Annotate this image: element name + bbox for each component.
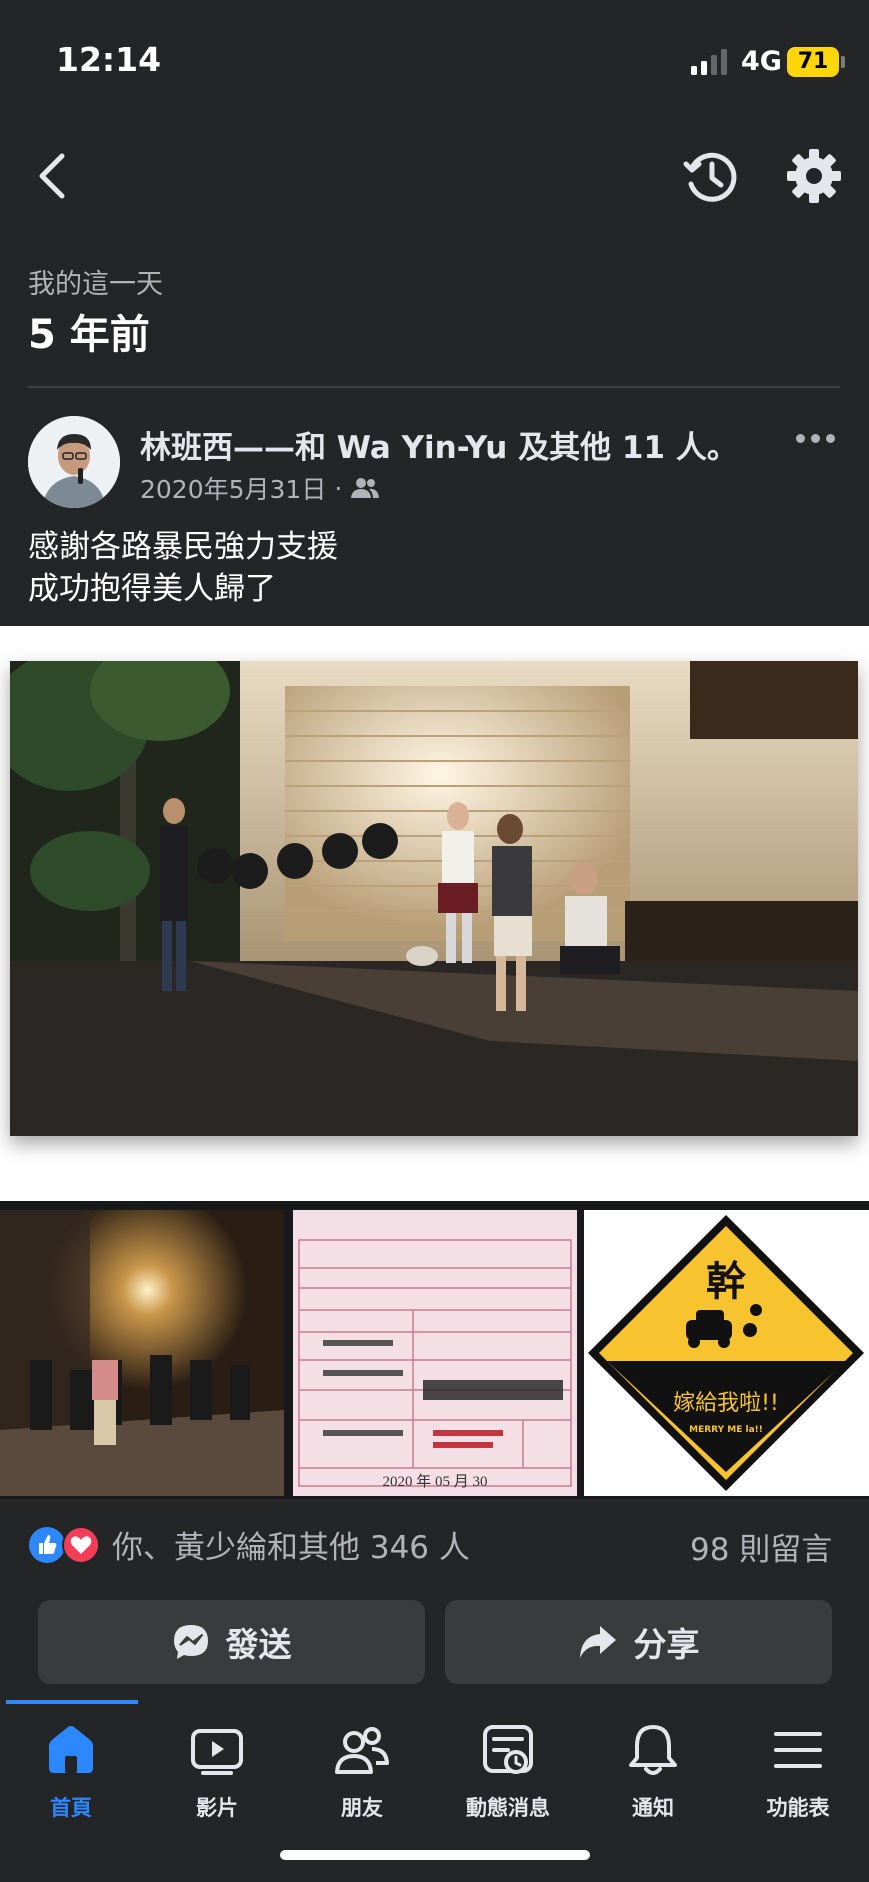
nav-label-menu: 功能表 [766, 1796, 830, 1820]
more-options-button[interactable] [796, 426, 840, 450]
reaction-text: 你、黃少綸和其他 346 人 [112, 1530, 470, 1566]
bell-icon [629, 1725, 677, 1775]
send-button[interactable]: 發送 [38, 1600, 425, 1684]
nav-home[interactable]: 首頁 [6, 1722, 136, 1832]
video-icon [191, 1729, 243, 1775]
nav-label-notifications: 通知 [632, 1796, 674, 1820]
send-label: 發送 [225, 1625, 292, 1664]
like-icon [29, 1526, 65, 1563]
nav-label-home: 首頁 [50, 1796, 92, 1820]
friends-icon [335, 1727, 389, 1774]
sign-text: 嫁給我啦!! [673, 1391, 779, 1416]
history-button[interactable] [682, 148, 740, 206]
battery-tip [841, 56, 845, 68]
home-indicator[interactable] [280, 1850, 590, 1860]
menu-icon [774, 1732, 822, 1768]
battery-icon: 71 [787, 47, 839, 77]
post-author[interactable]: 林班西——和 Wa Yin-Yu 及其他 11 人。 [140, 422, 738, 467]
home-icon [49, 1726, 93, 1773]
years-ago-title: 5 年前 [28, 312, 150, 358]
share-button[interactable]: 分享 [445, 1600, 832, 1684]
meta-separator: · [334, 473, 343, 503]
nav-video[interactable]: 影片 [152, 1722, 282, 1832]
nav-friends[interactable]: 朋友 [297, 1722, 427, 1832]
nav-menu[interactable]: 功能表 [733, 1722, 863, 1832]
thumbnail-traffic-ticket[interactable]: 2020 年 05 月 30 [293, 1210, 577, 1496]
divider [28, 386, 840, 388]
history-icon [683, 152, 737, 202]
nav-label-video: 影片 [196, 1796, 238, 1820]
feed-icon [483, 1725, 533, 1774]
post-meta: 2020年5月31日 · [140, 470, 380, 506]
main-photo[interactable] [10, 661, 858, 1136]
sign-title: 幹 [706, 1259, 746, 1305]
post-text: 感謝各路暴民強力支援 成功抱得美人歸了 [28, 529, 338, 607]
active-tab-indicator [6, 1700, 138, 1704]
nav-label-feed: 動態消息 [466, 1796, 550, 1820]
thumbnail-warning-sign[interactable]: 幹 嫁給我啦!! MERRY ME la!! [584, 1210, 869, 1496]
share-icon [579, 1626, 616, 1658]
messenger-icon [173, 1625, 208, 1659]
more-dot [796, 433, 805, 443]
thumbnail-night-street[interactable] [0, 1210, 284, 1496]
avatar[interactable] [28, 416, 120, 508]
friends-audience-icon [351, 478, 380, 498]
memories-label: 我的這一天 [28, 269, 163, 300]
nav-notifications[interactable]: 通知 [588, 1722, 718, 1832]
back-button[interactable] [30, 150, 80, 202]
gear-icon [787, 149, 841, 203]
ticket-date: 2020 年 05 月 30 [382, 1473, 487, 1490]
nav-label-friends: 朋友 [341, 1796, 383, 1820]
network-type: 4G [741, 46, 782, 77]
settings-button[interactable] [786, 148, 842, 204]
post-date: 2020年5月31日 [140, 475, 327, 504]
comment-count[interactable]: 98 則留言 [690, 1524, 832, 1569]
more-dot [826, 433, 835, 443]
love-icon [62, 1525, 100, 1564]
share-label: 分享 [633, 1625, 700, 1664]
signal-icon [691, 49, 727, 75]
status-time: 12:14 [56, 40, 162, 79]
reactions-summary[interactable]: 你、黃少綸和其他 346 人 [28, 1522, 470, 1567]
back-icon [39, 153, 65, 199]
sign-subtext: MERRY ME la!! [689, 1425, 763, 1435]
nav-feed[interactable]: 動態消息 [443, 1722, 573, 1832]
more-dot [811, 433, 820, 443]
